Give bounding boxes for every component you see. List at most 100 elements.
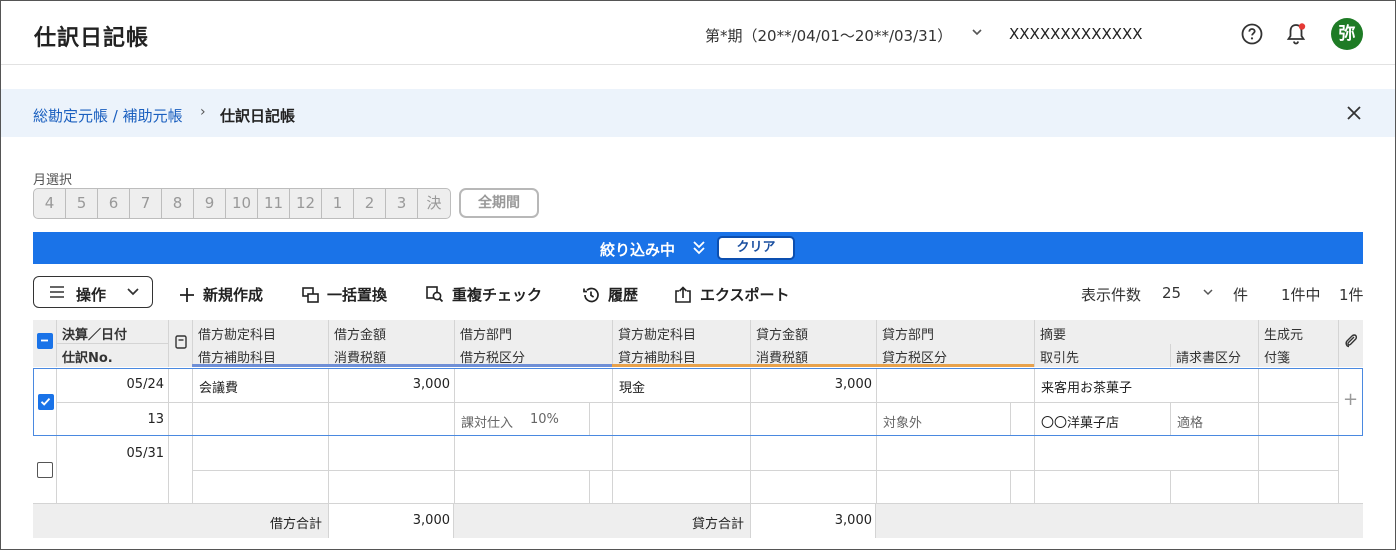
per-page-select[interactable]: 25 xyxy=(1162,284,1181,302)
memo-cell[interactable]: 来客用お茶菓子 xyxy=(1041,377,1132,396)
header-memo: 摘要 xyxy=(1040,328,1067,343)
header-credit-tax: 消費税額 xyxy=(756,351,809,366)
table-header: 決算／日付 仕訳No. 借方勘定科目 借方補助科目 借方金額 消費税額 借方部門… xyxy=(33,320,1363,367)
chevron-down-icon[interactable] xyxy=(970,25,984,39)
credit-tax-category-cell[interactable]: 対象外 xyxy=(883,412,922,431)
replace-icon xyxy=(302,286,319,303)
breadcrumb: 総勘定元帳 / 補助元帳 › 仕訳日記帳 xyxy=(1,89,1395,137)
row-checkbox[interactable] xyxy=(38,394,54,410)
memo-icon[interactable] xyxy=(175,335,187,349)
debit-total-label: 借方合計 xyxy=(269,517,322,532)
history-icon xyxy=(583,287,599,302)
per-page-unit: 件 xyxy=(1233,286,1249,304)
header-debit-amount: 借方金額 xyxy=(334,328,387,343)
new-entry-button[interactable]: 新規作成 xyxy=(179,284,263,305)
month-button-5[interactable]: 5 xyxy=(66,189,98,218)
entry-journal-no[interactable]: 13 xyxy=(56,412,164,427)
debit-tax-category-cell[interactable]: 課対仕入 xyxy=(461,412,513,431)
debit-amount-cell[interactable]: 3,000 xyxy=(328,377,450,392)
duplicate-check-button[interactable]: 重複チェック xyxy=(426,284,542,305)
chevron-down-icon[interactable] xyxy=(1202,286,1214,298)
chevron-down-icon xyxy=(127,288,139,296)
debit-account-cell[interactable]: 会議費 xyxy=(199,377,238,396)
debit-tax-rate-cell[interactable]: 10% xyxy=(530,412,559,427)
filter-status-label[interactable]: 絞り込み中 xyxy=(600,239,675,260)
month-button-6[interactable]: 6 xyxy=(98,189,130,218)
new-entry-label: 新規作成 xyxy=(203,286,264,304)
month-button-8[interactable]: 8 xyxy=(162,189,194,218)
header-credit-tax-category: 貸方税区分 xyxy=(882,351,948,366)
invoice-cell[interactable]: 適格 xyxy=(1177,412,1203,431)
month-button-10[interactable]: 10 xyxy=(226,189,258,218)
export-button[interactable]: エクスポート xyxy=(674,284,790,305)
page-title: 仕訳日記帳 xyxy=(34,26,150,51)
header-tag: 付箋 xyxy=(1264,351,1291,366)
breadcrumb-separator: › xyxy=(200,104,206,120)
company-name[interactable]: XXXXXXXXXXXXX xyxy=(1009,25,1143,43)
clear-filter-button[interactable]: クリア xyxy=(717,236,795,260)
bell-icon[interactable] xyxy=(1285,22,1307,46)
header-partner: 取引先 xyxy=(1040,351,1080,366)
double-chevron-down-icon[interactable] xyxy=(691,239,707,257)
bulk-replace-button[interactable]: 一括置換 xyxy=(302,284,387,305)
select-all-checkbox[interactable] xyxy=(37,333,53,349)
check-icon xyxy=(40,397,51,406)
header-debit-dept: 借方部門 xyxy=(460,328,513,343)
credit-account-cell[interactable]: 現金 xyxy=(619,377,645,396)
entry-date[interactable]: 05/31 xyxy=(56,446,164,461)
month-select-label: 月選択 xyxy=(33,173,73,188)
per-page-label: 表示件数 xyxy=(1081,286,1142,304)
month-button-7[interactable]: 7 xyxy=(130,189,162,218)
header-invoice: 請求書区分 xyxy=(1176,351,1242,366)
partner-cell[interactable]: 〇〇洋菓子店 xyxy=(1041,412,1119,431)
header-debit-account: 借方勘定科目 xyxy=(198,328,277,343)
header-source: 生成元 xyxy=(1264,328,1304,343)
table-row[interactable]: 05/24 13 会議費 3,000 課対仕入 10% 現金 3,000 対象外… xyxy=(33,368,1363,436)
close-icon[interactable] xyxy=(1345,104,1363,122)
help-icon[interactable] xyxy=(1241,23,1263,45)
month-button-4[interactable]: 4 xyxy=(34,189,66,218)
header-debit-tax-category: 借方税区分 xyxy=(460,351,526,366)
header-credit-account: 貸方勘定科目 xyxy=(618,328,697,343)
debit-total-value: 3,000 xyxy=(412,513,450,528)
total-count: 1件中 xyxy=(1281,286,1321,304)
credit-amount-cell[interactable]: 3,000 xyxy=(750,377,872,392)
month-button-2[interactable]: 2 xyxy=(354,189,386,218)
entry-date[interactable]: 05/24 xyxy=(56,377,164,392)
month-button-closing[interactable]: 決 xyxy=(418,189,450,218)
month-select-group: 4 5 6 7 8 9 10 11 12 1 2 3 決 xyxy=(33,188,451,219)
header-date[interactable]: 決算／日付 xyxy=(62,324,127,343)
header-credit-amount: 貸方金額 xyxy=(756,328,809,343)
duplicate-search-icon xyxy=(426,286,444,303)
period-select[interactable]: 第*期（20**/04/01〜20**/03/31） xyxy=(705,25,952,46)
shown-count: 1件 xyxy=(1339,286,1364,304)
table-row[interactable]: 05/31 xyxy=(33,436,1363,504)
minus-icon xyxy=(41,339,48,342)
month-button-9[interactable]: 9 xyxy=(194,189,226,218)
avatar[interactable]: 弥 xyxy=(1331,18,1363,50)
row-checkbox[interactable] xyxy=(37,462,53,478)
attachment-icon[interactable] xyxy=(1344,333,1358,349)
header-debit-tax: 消費税額 xyxy=(334,351,387,366)
history-button[interactable]: 履歴 xyxy=(582,284,638,305)
month-button-1[interactable]: 1 xyxy=(322,189,354,218)
breadcrumb-current: 仕訳日記帳 xyxy=(220,107,296,125)
month-button-3[interactable]: 3 xyxy=(386,189,418,218)
header-debit-subaccount: 借方補助科目 xyxy=(198,351,277,366)
export-icon xyxy=(675,285,691,303)
header-credit-dept: 貸方部門 xyxy=(882,328,935,343)
filter-bar: 絞り込み中 クリア xyxy=(33,232,1363,264)
breadcrumb-parent-link[interactable]: 総勘定元帳 / 補助元帳 xyxy=(33,105,183,126)
header-journal-no[interactable]: 仕訳No. xyxy=(62,347,113,366)
history-label: 履歴 xyxy=(608,286,639,304)
month-button-11[interactable]: 11 xyxy=(258,189,290,218)
plus-icon xyxy=(180,287,194,302)
add-tag-button[interactable]: + xyxy=(1338,389,1363,410)
operations-button[interactable]: 操作 xyxy=(33,276,153,308)
top-bar: 仕訳日記帳 第*期（20**/04/01〜20**/03/31） XXXXXXX… xyxy=(1,1,1395,65)
menu-icon xyxy=(50,286,64,298)
month-button-12[interactable]: 12 xyxy=(290,189,322,218)
credit-total-value: 3,000 xyxy=(834,513,872,528)
header-credit-subaccount: 貸方補助科目 xyxy=(618,351,697,366)
all-period-button[interactable]: 全期間 xyxy=(459,188,539,218)
